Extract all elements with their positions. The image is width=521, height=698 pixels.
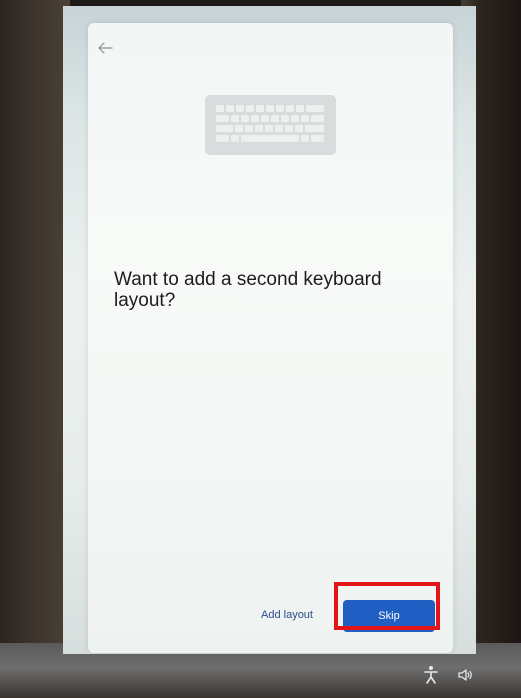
- accessibility-icon[interactable]: [423, 665, 439, 685]
- setup-screen: Want to add a second keyboard layout? Ad…: [63, 6, 476, 654]
- skip-button[interactable]: Skip: [343, 600, 435, 632]
- volume-icon[interactable]: [457, 667, 473, 683]
- device-bezel-left: [0, 0, 70, 698]
- keyboard-icon: [205, 95, 336, 155]
- page-title: Want to add a second keyboard layout?: [114, 269, 382, 311]
- setup-card: Want to add a second keyboard layout? Ad…: [88, 23, 453, 653]
- add-layout-button[interactable]: Add layout: [252, 602, 322, 628]
- back-arrow-icon[interactable]: [95, 39, 115, 57]
